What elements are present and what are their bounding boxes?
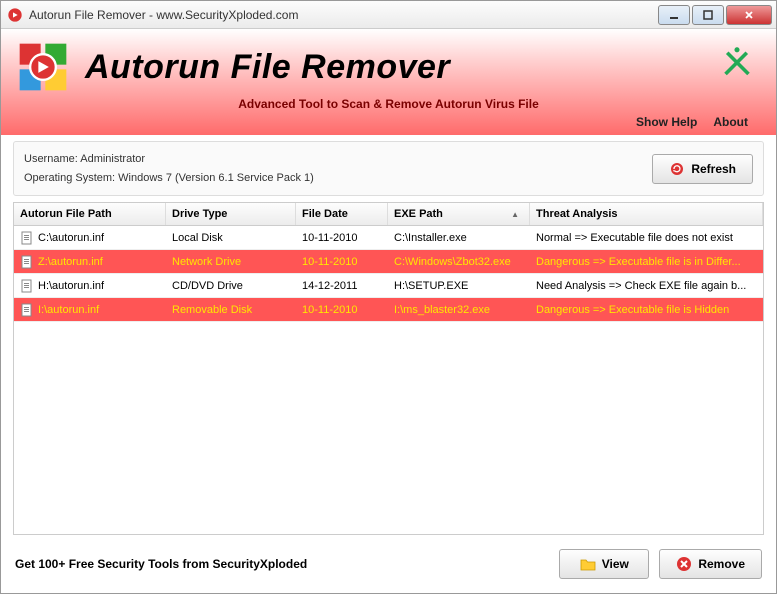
os-label: Operating System: bbox=[24, 172, 115, 184]
subtitle: Advanced Tool to Scan & Remove Autorun V… bbox=[15, 97, 762, 111]
header-band: Autorun File Remover Advanced Tool to Sc… bbox=[1, 29, 776, 135]
maximize-button[interactable] bbox=[692, 5, 724, 25]
remove-button[interactable]: Remove bbox=[659, 549, 762, 579]
logo-icon bbox=[15, 39, 71, 95]
th-path[interactable]: Autorun File Path bbox=[14, 203, 166, 225]
footer-text: Get 100+ Free Security Tools from Securi… bbox=[15, 557, 549, 571]
table-row[interactable]: Z:\autorun.infNetwork Drive10-11-2010C:\… bbox=[14, 250, 763, 274]
minimize-button[interactable] bbox=[658, 5, 690, 25]
cell-drive: CD/DVD Drive bbox=[166, 280, 296, 292]
file-icon bbox=[20, 303, 34, 317]
table-row[interactable]: I:\autorun.infRemovable Disk10-11-2010I:… bbox=[14, 298, 763, 322]
refresh-button[interactable]: Refresh bbox=[652, 154, 753, 184]
table-body: C:\autorun.infLocal Disk10-11-2010C:\Ins… bbox=[14, 226, 763, 322]
table-header: Autorun File Path Drive Type File Date E… bbox=[14, 203, 763, 226]
view-label: View bbox=[602, 557, 629, 571]
cell-date: 10-11-2010 bbox=[296, 304, 388, 316]
cell-path: I:\autorun.inf bbox=[14, 303, 166, 317]
file-icon bbox=[20, 231, 34, 245]
cell-drive: Network Drive bbox=[166, 256, 296, 268]
table-row[interactable]: C:\autorun.infLocal Disk10-11-2010C:\Ins… bbox=[14, 226, 763, 250]
titlebar-text: Autorun File Remover - www.SecurityXplod… bbox=[29, 8, 658, 22]
app-title: Autorun File Remover bbox=[85, 48, 450, 87]
cell-date: 10-11-2010 bbox=[296, 256, 388, 268]
remove-icon bbox=[676, 556, 692, 572]
cell-threat: Dangerous => Executable file is Hidden bbox=[530, 304, 763, 316]
refresh-icon bbox=[669, 161, 685, 177]
th-date[interactable]: File Date bbox=[296, 203, 388, 225]
cell-exe: C:\Windows\Zbot32.exe bbox=[388, 256, 530, 268]
close-button[interactable] bbox=[726, 5, 772, 25]
username-value: Administrator bbox=[80, 153, 145, 165]
titlebar: Autorun File Remover - www.SecurityXplod… bbox=[1, 1, 776, 29]
remove-label: Remove bbox=[698, 557, 745, 571]
results-table: Autorun File Path Drive Type File Date E… bbox=[13, 202, 764, 535]
app-icon bbox=[7, 7, 23, 23]
cell-threat: Need Analysis => Check EXE file again b.… bbox=[530, 280, 763, 292]
cell-path: H:\autorun.inf bbox=[14, 279, 166, 293]
cell-drive: Removable Disk bbox=[166, 304, 296, 316]
cell-threat: Normal => Executable file does not exist bbox=[530, 232, 763, 244]
sort-indicator-icon: ▲ bbox=[511, 210, 519, 219]
username-label: Username: bbox=[24, 153, 78, 165]
show-help-link[interactable]: Show Help bbox=[636, 115, 697, 129]
info-lines: Username: Administrator Operating System… bbox=[24, 150, 314, 187]
table-row[interactable]: H:\autorun.infCD/DVD Drive14-12-2011H:\S… bbox=[14, 274, 763, 298]
cell-path: C:\autorun.inf bbox=[14, 231, 166, 245]
header-logo: Autorun File Remover bbox=[15, 39, 762, 95]
th-threat[interactable]: Threat Analysis bbox=[530, 203, 763, 225]
window-controls bbox=[658, 5, 772, 25]
cell-date: 14-12-2011 bbox=[296, 280, 388, 292]
cell-path: Z:\autorun.inf bbox=[14, 255, 166, 269]
menu-row: Show Help About bbox=[15, 111, 762, 133]
file-icon bbox=[20, 255, 34, 269]
cell-exe: I:\ms_blaster32.exe bbox=[388, 304, 530, 316]
folder-icon bbox=[580, 556, 596, 572]
file-icon bbox=[20, 279, 34, 293]
about-link[interactable]: About bbox=[713, 115, 748, 129]
info-panel: Username: Administrator Operating System… bbox=[13, 141, 764, 196]
th-drive[interactable]: Drive Type bbox=[166, 203, 296, 225]
footer: Get 100+ Free Security Tools from Securi… bbox=[1, 535, 776, 593]
os-value: Windows 7 (Version 6.1 Service Pack 1) bbox=[118, 172, 314, 184]
app-window: Autorun File Remover - www.SecurityXplod… bbox=[0, 0, 777, 594]
th-exe[interactable]: EXE Path▲ bbox=[388, 203, 530, 225]
view-button[interactable]: View bbox=[559, 549, 649, 579]
swords-icon bbox=[720, 43, 754, 77]
cell-exe: C:\Installer.exe bbox=[388, 232, 530, 244]
cell-date: 10-11-2010 bbox=[296, 232, 388, 244]
refresh-label: Refresh bbox=[691, 162, 736, 176]
cell-drive: Local Disk bbox=[166, 232, 296, 244]
cell-exe: H:\SETUP.EXE bbox=[388, 280, 530, 292]
cell-threat: Dangerous => Executable file is in Diffe… bbox=[530, 256, 763, 268]
